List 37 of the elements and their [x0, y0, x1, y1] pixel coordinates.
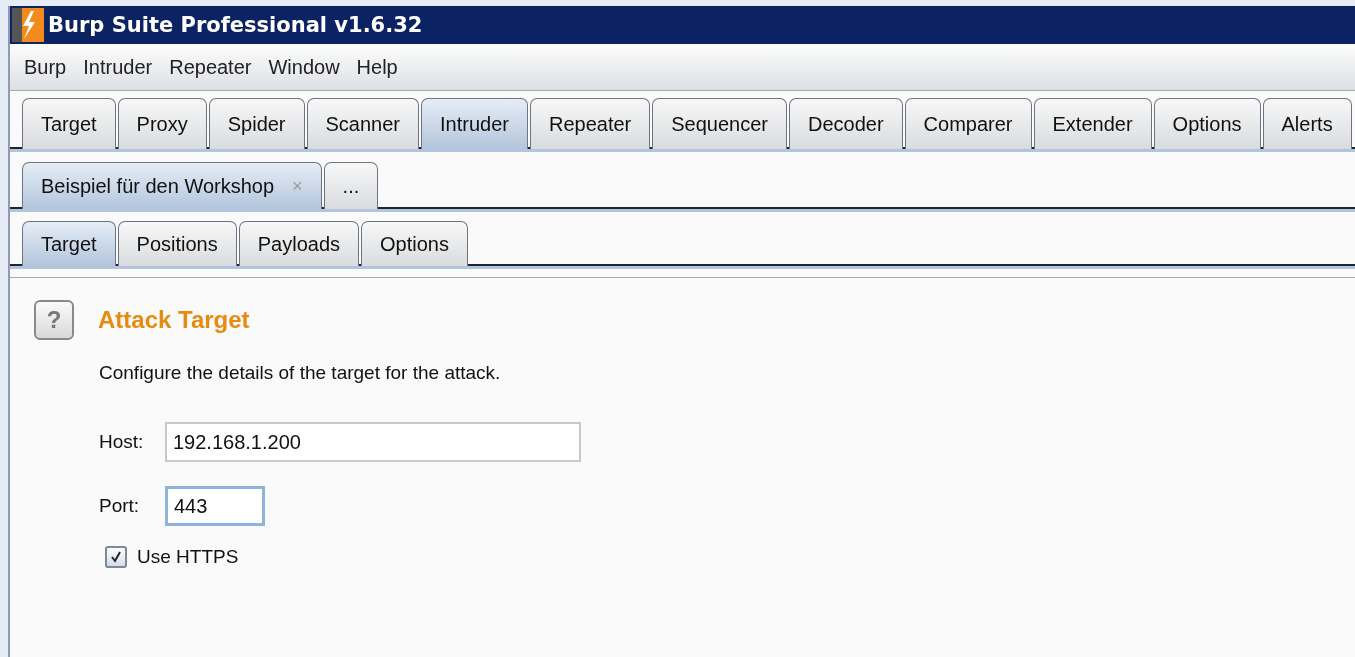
- tab-label: Beispiel für den Workshop: [41, 174, 275, 198]
- tab[interactable]: Repeater: [529, 98, 651, 149]
- lightning-icon: [12, 8, 44, 42]
- port-field[interactable]: 443: [165, 486, 265, 526]
- menu-item[interactable]: Repeater: [169, 55, 252, 79]
- tab[interactable]: Extender: [1033, 98, 1152, 149]
- tab[interactable]: Target: [22, 98, 116, 149]
- menu-item[interactable]: Help: [356, 55, 398, 79]
- description: Configure the details of the target for the attack.: [99, 362, 502, 384]
- attack-tab[interactable]: ...: [323, 162, 379, 209]
- tab[interactable]: Alerts: [1262, 98, 1352, 149]
- host-label: Host:: [99, 431, 145, 453]
- checkbox[interactable]: [105, 546, 127, 568]
- menu-item[interactable]: Window: [268, 55, 340, 79]
- host-field[interactable]: 192.168.1.200: [165, 422, 581, 462]
- tab[interactable]: Intruder: [421, 98, 528, 149]
- section-heading: Attack Target: [98, 306, 250, 334]
- menu-item[interactable]: Intruder: [83, 55, 153, 79]
- tab[interactable]: Decoder: [789, 98, 903, 149]
- tab[interactable]: Sequencer: [652, 98, 787, 149]
- tab[interactable]: Proxy: [117, 98, 207, 149]
- sub-tab[interactable]: Positions: [117, 221, 237, 266]
- tab[interactable]: Options: [1153, 98, 1261, 149]
- checkbox-label: Use HTTPS: [137, 546, 239, 568]
- tab[interactable]: Scanner: [306, 98, 420, 149]
- window-title: Burp Suite Professional v1.6.32: [48, 13, 423, 37]
- tab[interactable]: Spider: [208, 98, 305, 149]
- tab-label: ...: [342, 174, 360, 198]
- help-button[interactable]: ?: [34, 300, 74, 340]
- tab[interactable]: Comparer: [904, 98, 1032, 149]
- sub-tab[interactable]: Payloads: [238, 221, 360, 266]
- sub-tab[interactable]: Target: [22, 221, 116, 266]
- checkmark-icon: [110, 551, 122, 563]
- sub-tab[interactable]: Options: [361, 221, 468, 266]
- port-label: Port:: [99, 495, 141, 517]
- attack-tab[interactable]: Beispiel für den Workshop ×: [22, 162, 322, 209]
- menu-item[interactable]: Burp: [24, 55, 67, 79]
